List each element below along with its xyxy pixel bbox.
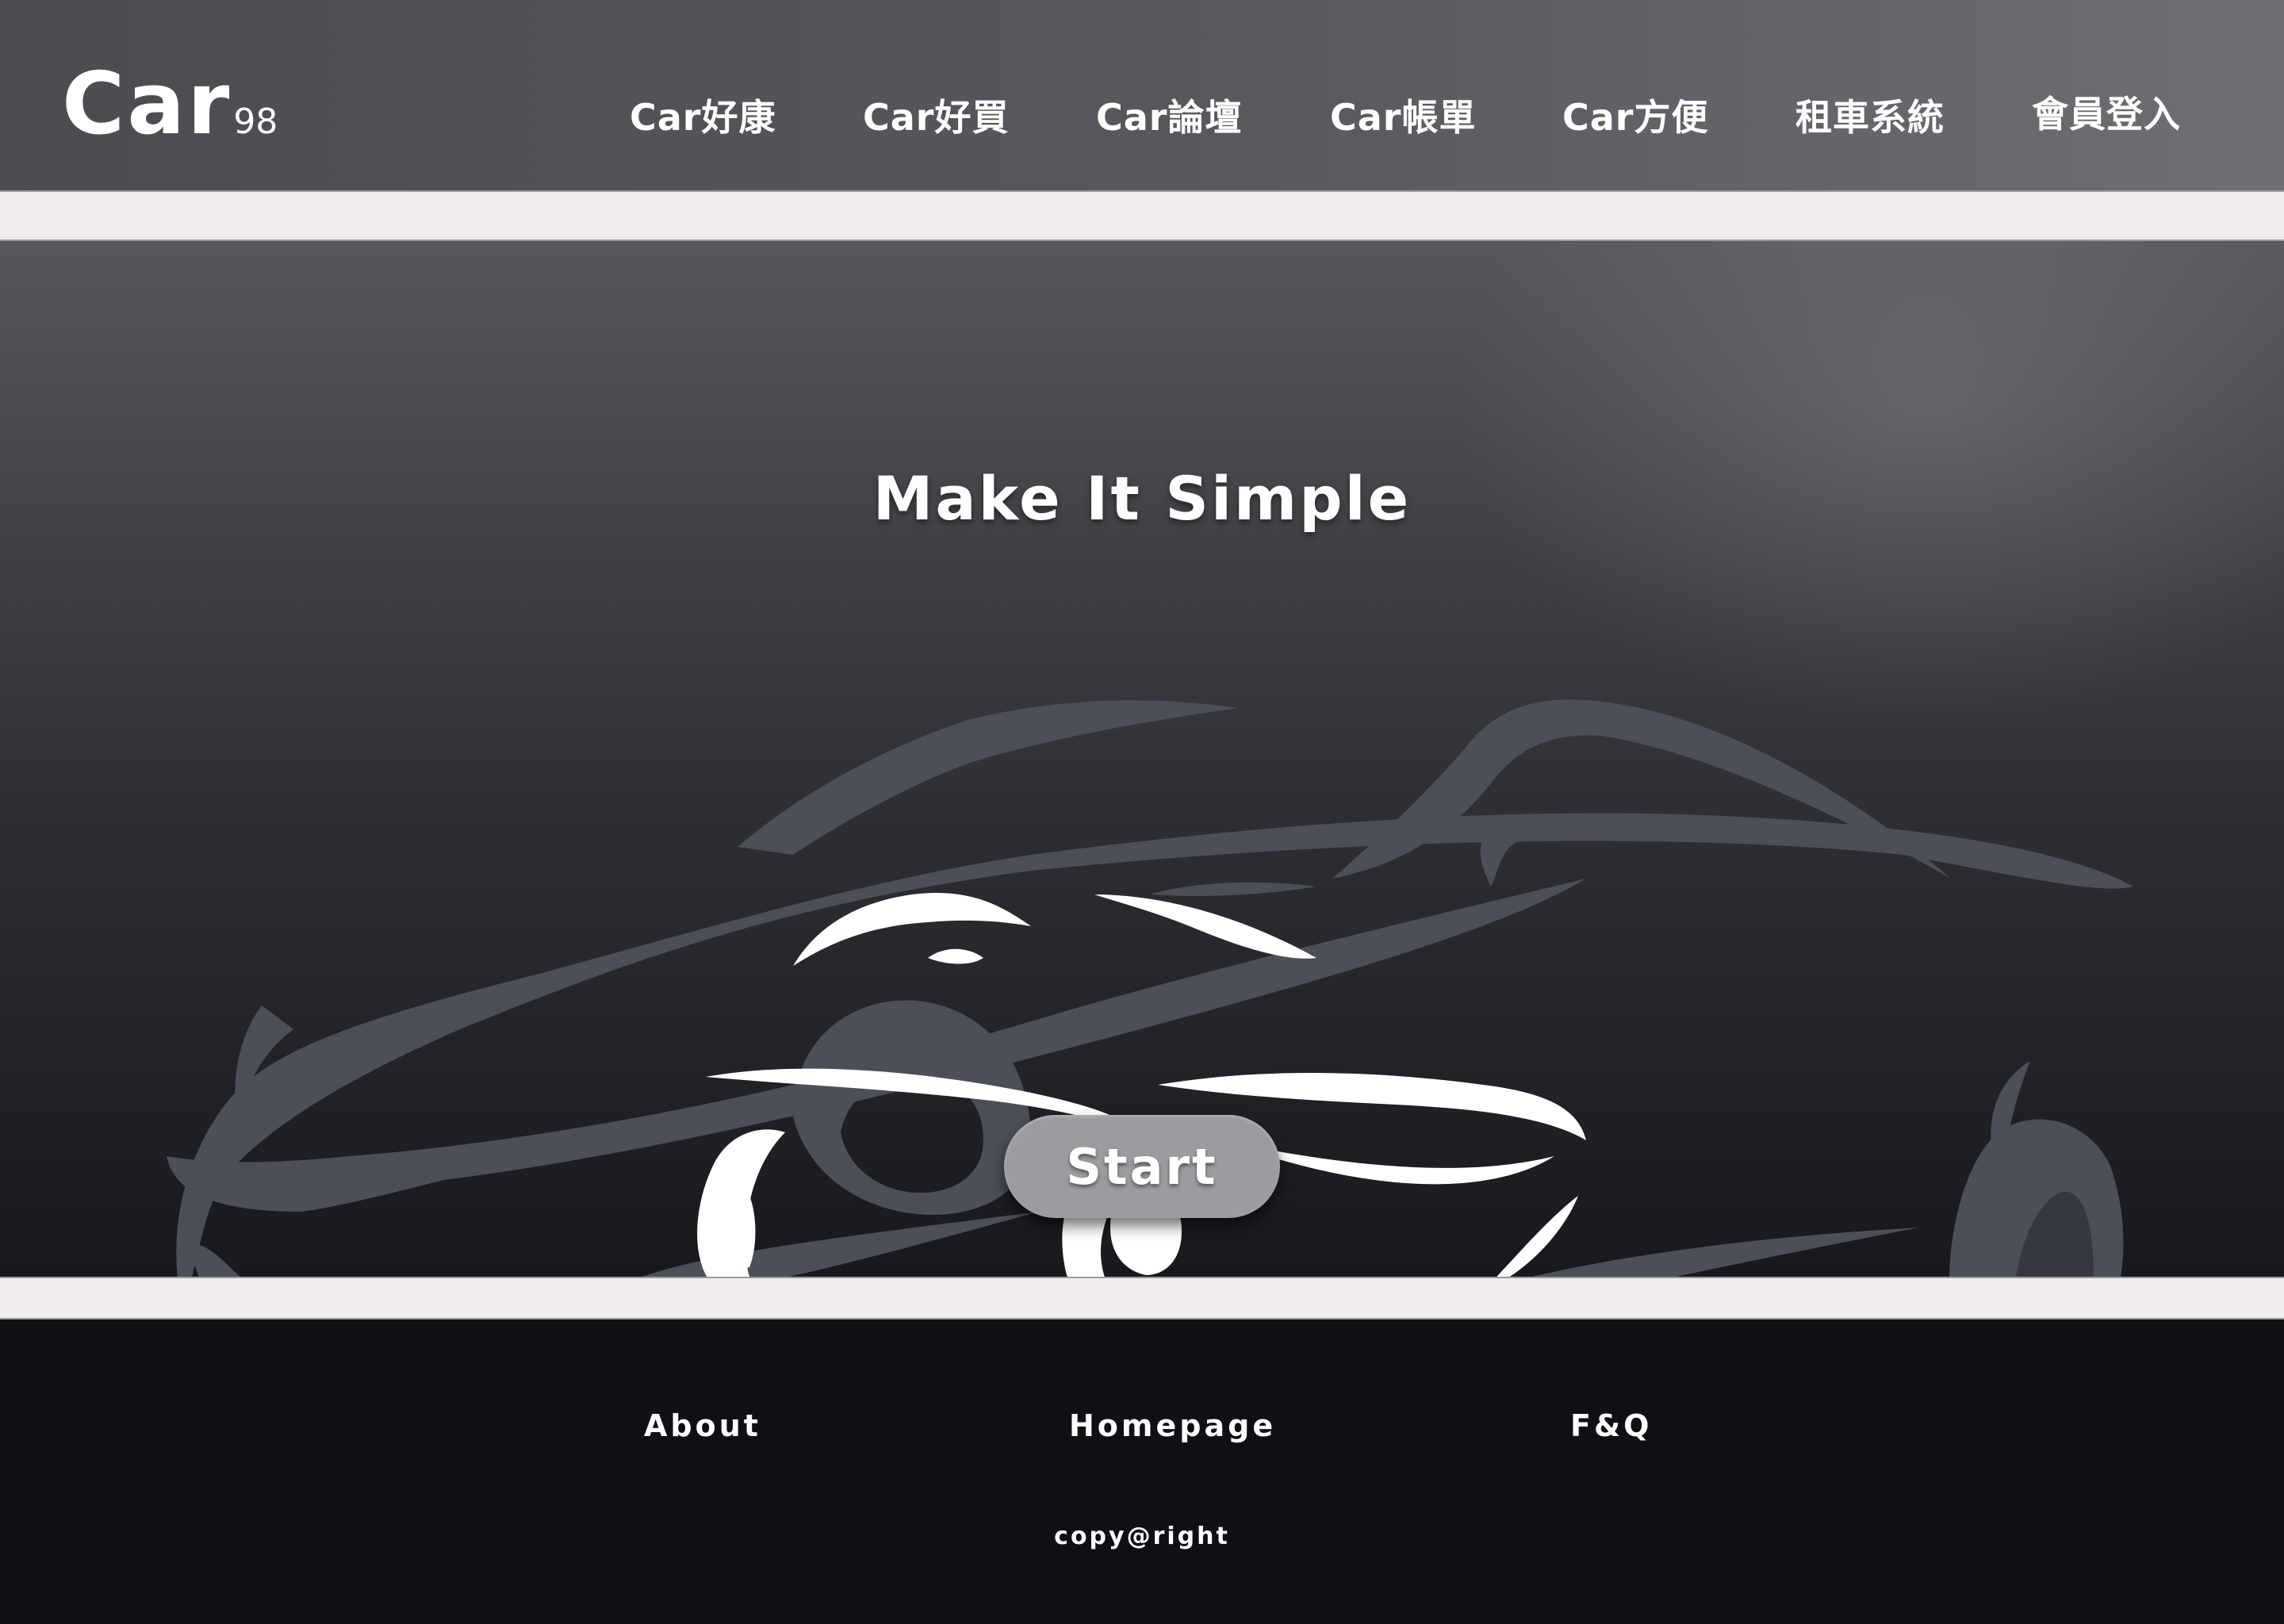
footer-link-homepage[interactable]: Homepage — [1069, 1408, 1276, 1443]
top-divider-band — [0, 190, 2284, 241]
car-logo-icon — [697, 893, 1586, 1277]
nav-item-forum[interactable]: Car論壇 — [1096, 89, 1243, 141]
footer-link-faq[interactable]: F&Q — [1570, 1408, 1652, 1443]
nav-item-car-rental[interactable]: 租車系統 — [1795, 89, 1945, 141]
footer-link-about[interactable]: About — [644, 1408, 761, 1443]
hero-section: Make It Simple Start — [0, 241, 2284, 1277]
start-button[interactable]: Start — [1004, 1115, 1280, 1218]
bottom-divider-band — [0, 1277, 2284, 1320]
hero-title: Make It Simple — [872, 463, 1412, 534]
nav-item-shop[interactable]: Car好買 — [863, 89, 1010, 141]
nav-item-bills[interactable]: Car帳單 — [1330, 89, 1477, 141]
main-nav: Car好康 Car好買 Car論壇 Car帳單 Car方便 租車系統 會員登入 — [0, 89, 2284, 144]
nav-item-member-login[interactable]: 會員登入 — [2032, 86, 2181, 138]
copyright-text: copy@right — [1054, 1522, 1230, 1550]
nav-item-deals[interactable]: Car好康 — [630, 89, 776, 141]
site-footer: About Homepage F&Q copy@right — [0, 1320, 2284, 1624]
nav-item-convenience[interactable]: Car方便 — [1562, 89, 1709, 141]
site-header: Car98 Car好康 Car好買 Car論壇 Car帳單 Car方便 租車系統… — [0, 0, 2284, 190]
